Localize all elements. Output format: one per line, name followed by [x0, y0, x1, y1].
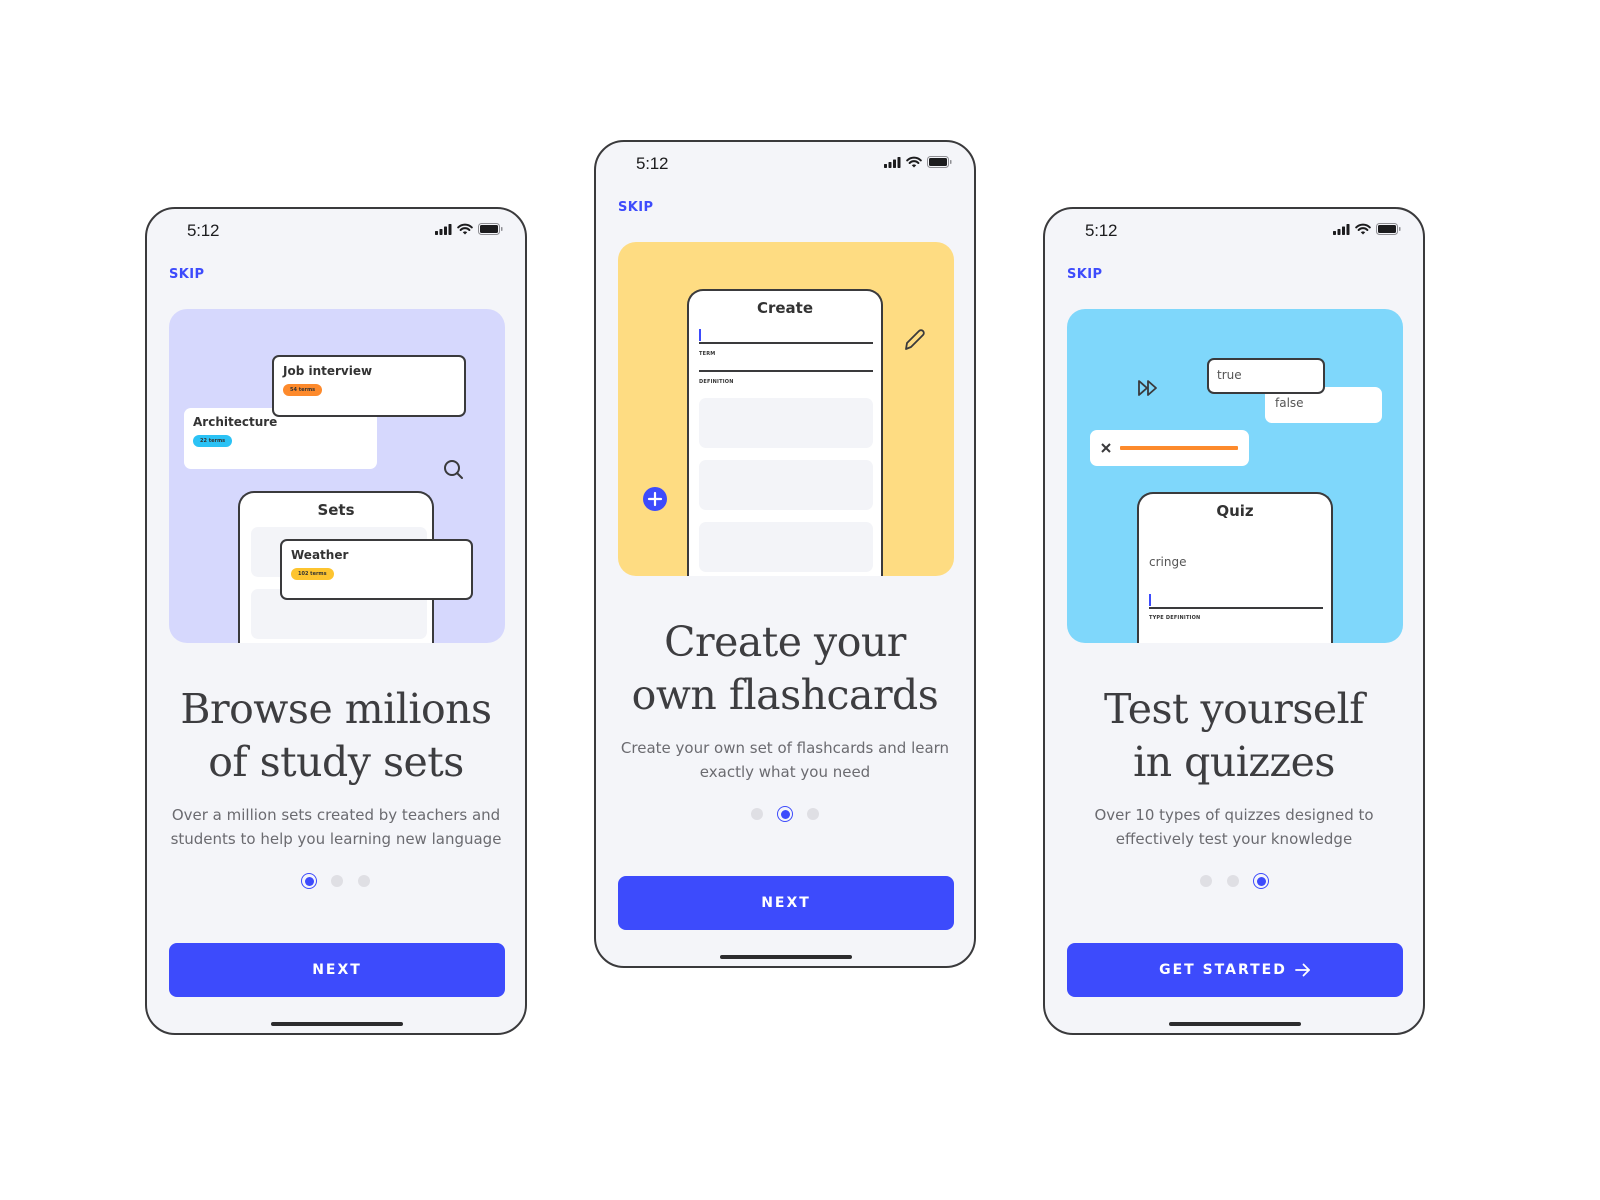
set-card-weather: Weather 102 terms — [280, 539, 473, 600]
term-input-line — [699, 342, 873, 344]
skip-button[interactable]: SKIP — [618, 200, 653, 215]
cellular-signal-icon — [1333, 223, 1350, 235]
close-icon — [1101, 443, 1111, 453]
mini-phone-title: Sets — [317, 501, 355, 519]
get-started-button[interactable]: GET STARTED — [1067, 943, 1403, 997]
skip-button[interactable]: SKIP — [169, 267, 204, 282]
status-time: 5:12 — [187, 221, 220, 240]
mini-phone-quiz: Quiz cringe TYPE DEFINITION — [1137, 492, 1333, 643]
home-indicator — [271, 1022, 403, 1026]
onboarding-screen-quiz: 5:12 SKIP false true Quiz cringe TYPE DE… — [1043, 207, 1425, 1035]
headline: Create your own flashcards — [631, 618, 939, 719]
battery-icon — [1376, 223, 1401, 235]
set-card-architecture: Architecture 22 terms — [184, 408, 377, 469]
home-indicator — [720, 955, 852, 959]
search-icon — [444, 460, 463, 479]
progress-card — [1090, 430, 1249, 466]
status-time: 5:12 — [636, 154, 669, 173]
term-label: TERM — [699, 351, 716, 357]
fast-forward-icon — [1138, 380, 1157, 396]
wifi-icon — [457, 223, 473, 235]
illustration-browse: Architecture 22 terms Job interview 54 t… — [169, 309, 505, 643]
page-dot-2[interactable] — [1226, 874, 1240, 888]
status-bar: 5:12 — [596, 142, 974, 186]
mini-phone-title: Quiz — [1216, 502, 1254, 520]
mini-phone-title: Create — [756, 299, 814, 317]
cellular-signal-icon — [884, 156, 901, 168]
headline: Browse milions of study sets — [180, 685, 492, 786]
quiz-word: cringe — [1149, 555, 1187, 569]
onboarding-screen-browse: 5:12 SKIP Architecture 22 terms Job inte… — [145, 207, 527, 1035]
status-bar: 5:12 — [1045, 209, 1423, 253]
cellular-signal-icon — [435, 223, 452, 235]
page-dot-2[interactable] — [330, 874, 344, 888]
terms-badge: 102 terms — [291, 568, 334, 580]
subtext: Over 10 types of quizzes designed to eff… — [1094, 806, 1374, 848]
page-dot-3[interactable] — [806, 807, 820, 821]
skip-button[interactable]: SKIP — [1067, 267, 1102, 282]
set-card-title: Job interview — [283, 364, 373, 378]
next-button[interactable]: NEXT — [169, 943, 505, 997]
page-dot-3[interactable] — [357, 874, 371, 888]
add-icon — [643, 487, 667, 511]
illustration-quiz: false true Quiz cringe TYPE DEFINITION — [1067, 309, 1403, 643]
battery-icon — [478, 223, 503, 235]
progress-bar — [1120, 446, 1238, 450]
placeholder-row — [699, 398, 873, 448]
page-dot-1[interactable] — [750, 807, 764, 821]
page-dot-1[interactable] — [301, 873, 317, 889]
terms-badge: 54 terms — [283, 384, 323, 396]
page-indicator — [147, 873, 525, 889]
battery-icon — [927, 156, 952, 168]
status-time: 5:12 — [1085, 221, 1118, 240]
placeholder-row — [699, 522, 873, 572]
page-indicator — [596, 806, 974, 822]
text-cursor — [1149, 594, 1151, 606]
set-card-title: Architecture — [193, 415, 278, 429]
status-bar: 5:12 — [147, 209, 525, 253]
page-indicator — [1045, 873, 1423, 889]
home-indicator — [1169, 1022, 1301, 1026]
terms-badge: 22 terms — [193, 435, 233, 447]
wifi-icon — [906, 156, 922, 168]
definition-label: DEFINITION — [699, 379, 734, 385]
subtext: Over a million sets created by teachers … — [170, 806, 502, 848]
set-card-title: Weather — [291, 548, 349, 562]
wifi-icon — [1355, 223, 1371, 235]
page-dot-3[interactable] — [1253, 873, 1269, 889]
set-card-job-interview: Job interview 54 terms — [272, 355, 466, 417]
next-button[interactable]: NEXT — [618, 876, 954, 930]
illustration-create: Create TERM DEFINITION — [618, 242, 954, 576]
page-dot-1[interactable] — [1199, 874, 1213, 888]
definition-input-line — [699, 370, 873, 372]
quiz-option-true: true — [1207, 358, 1325, 394]
page-dot-2[interactable] — [777, 806, 793, 822]
definition-input-line — [1149, 607, 1323, 609]
mini-phone-create: Create TERM DEFINITION — [687, 289, 883, 576]
headline: Test yourself in quizzes — [1104, 685, 1364, 786]
arrow-right-icon — [1294, 963, 1310, 977]
pencil-icon — [905, 329, 925, 350]
subtext: Create your own set of flashcards and le… — [620, 739, 950, 781]
placeholder-row — [699, 460, 873, 510]
text-cursor — [699, 329, 701, 341]
onboarding-screen-create: 5:12 SKIP Create TERM DEFINITION Create … — [594, 140, 976, 968]
type-definition-label: TYPE DEFINITION — [1149, 615, 1201, 621]
